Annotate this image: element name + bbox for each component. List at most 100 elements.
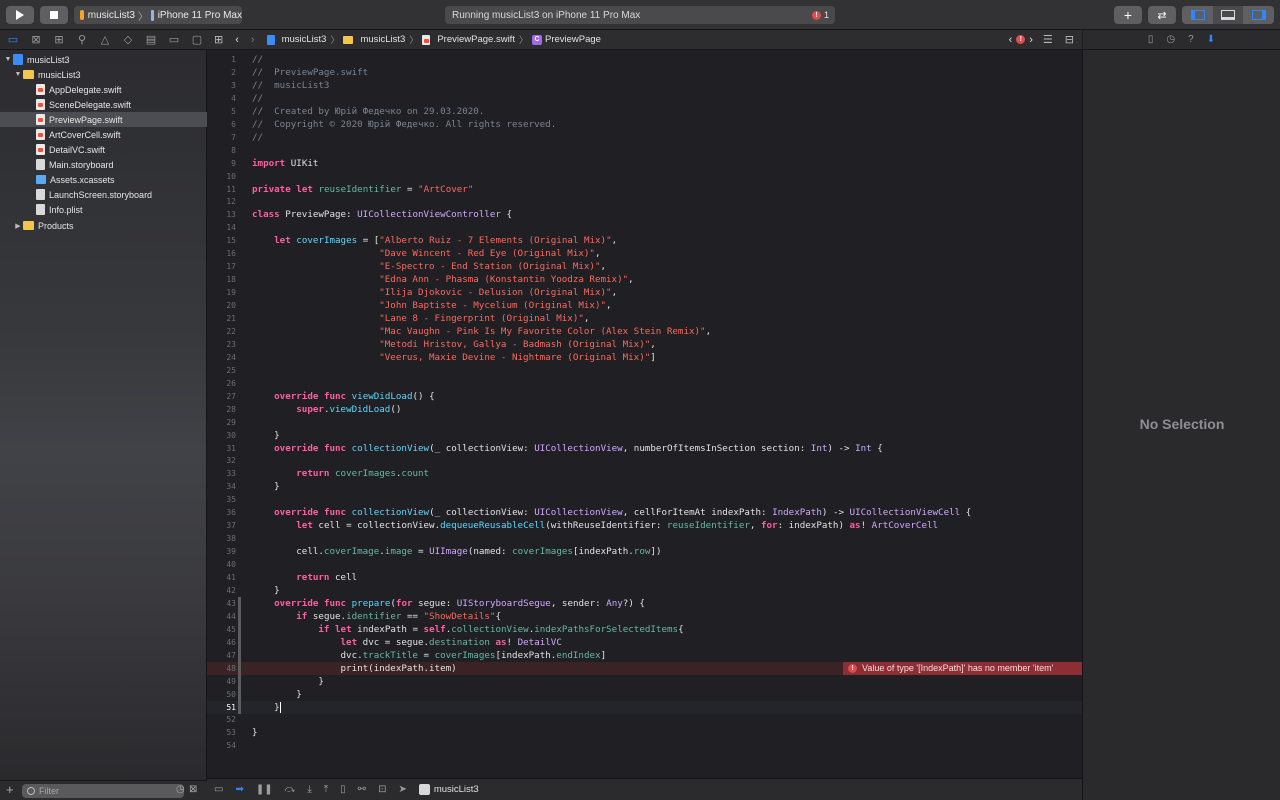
warning-icon[interactable]: △ — [99, 34, 111, 46]
hide-debug-area-icon[interactable]: ▭ — [214, 784, 223, 795]
code-options-icon[interactable]: ☰ — [1043, 33, 1053, 46]
code-line[interactable]: 32 — [207, 454, 1082, 467]
code-line[interactable]: 50 } — [207, 687, 1082, 701]
process-target[interactable]: musicList3 — [418, 784, 479, 795]
breadcrumb-project[interactable]: musicList3 — [266, 34, 326, 45]
filter-input[interactable]: Filter — [22, 784, 184, 798]
breadcrumb-file[interactable]: PreviewPage.swift — [422, 34, 515, 45]
code-line[interactable]: 15 let coverImages = ["Alberto Ruiz - 7 … — [207, 234, 1082, 247]
stop-button[interactable] — [40, 6, 68, 24]
code-line[interactable]: 14 — [207, 221, 1082, 234]
code-line[interactable]: 30 } — [207, 429, 1082, 442]
step-into-icon[interactable]: ⤓ — [307, 784, 311, 795]
back-arrow-icon[interactable]: ‹ — [235, 34, 239, 46]
code-line[interactable]: 29 — [207, 416, 1082, 429]
code-review-button[interactable]: ⇄ — [1148, 6, 1176, 24]
code-line[interactable]: 38 — [207, 532, 1082, 545]
source-control-icon[interactable]: ⊠ — [30, 34, 42, 46]
disclosure-triangle-icon[interactable]: ▼ — [3, 56, 13, 63]
code-line[interactable]: 16 "Dave Wincent - Red Eye (Original Mix… — [207, 247, 1082, 260]
tree-project[interactable]: ▼ musicList3 — [0, 52, 207, 67]
tree-file-selected[interactable]: PreviewPage.swift — [0, 112, 207, 127]
code-line[interactable]: 52 — [207, 713, 1082, 726]
code-line[interactable]: 23 "Metodi Hristov, Gallya - Badmash (Or… — [207, 338, 1082, 351]
simulate-location-icon[interactable]: ➤ — [398, 784, 406, 795]
breakpoint-icon[interactable]: ▭ — [168, 34, 180, 46]
code-line[interactable]: 27 override func viewDidLoad() { — [207, 390, 1082, 403]
code-line[interactable]: 4 // — [207, 92, 1082, 105]
debug-icon[interactable]: ▤ — [145, 34, 157, 46]
tree-file[interactable]: Assets.xcassets — [0, 172, 207, 187]
tree-file[interactable]: SceneDelegate.swift — [0, 97, 207, 112]
disclosure-triangle-icon[interactable]: ▼ — [13, 71, 23, 78]
test-diamond-icon[interactable]: ◇ — [122, 34, 134, 46]
code-line[interactable]: 1 // — [207, 53, 1082, 66]
code-line[interactable]: 33 return coverImages.count — [207, 467, 1082, 480]
tree-group[interactable]: ▼ musicList3 — [0, 67, 207, 82]
code-line[interactable]: 46 let dvc = segue.destination as! Detai… — [207, 635, 1082, 649]
code-line[interactable]: 19 "Ilija Djokovic - Delusion (Original … — [207, 286, 1082, 299]
previous-issue-icon[interactable]: ‹ — [1009, 34, 1013, 46]
code-line[interactable]: 5 // Created by Юрій Федечко on 29.03.202… — [207, 105, 1082, 118]
step-out-icon[interactable]: ⤒ — [324, 784, 328, 795]
step-over-icon[interactable]: ⤼ — [285, 784, 296, 795]
add-editor-icon[interactable]: ⊟ — [1065, 33, 1074, 46]
bottom-panel-toggle[interactable] — [1213, 6, 1243, 24]
code-line[interactable]: 7 // — [207, 131, 1082, 144]
run-button[interactable] — [6, 6, 34, 24]
error-annotation[interactable]: ! Value of type '[IndexPath]' has no memb… — [843, 661, 1082, 675]
code-line[interactable]: 47 dvc.trackTitle = coverImages[indexPat… — [207, 648, 1082, 662]
right-panel-toggle[interactable] — [1243, 6, 1274, 24]
code-line[interactable]: 2 // PreviewPage.swift — [207, 66, 1082, 79]
code-line[interactable]: 37 let cell = collectionView.dequeueReus… — [207, 519, 1082, 532]
pause-icon[interactable]: ❚❚ — [256, 784, 273, 795]
code-line[interactable]: 11 private let reuseIdentifier = "ArtCove… — [207, 183, 1082, 196]
code-line[interactable]: 49 } — [207, 674, 1082, 688]
code-line[interactable]: 40 — [207, 558, 1082, 571]
code-line[interactable]: 35 — [207, 493, 1082, 506]
recent-files-icon[interactable]: ◷ — [176, 784, 185, 795]
code-line[interactable]: 39 cell.coverImage.image = UIImage(named… — [207, 545, 1082, 558]
code-line[interactable]: 24 "Veerus, Maxie Devine - Nightmare (Or… — [207, 351, 1082, 364]
code-line[interactable]: 45 if let indexPath = self.collectionVie… — [207, 622, 1082, 636]
breadcrumb-group[interactable]: musicList3 — [343, 34, 405, 45]
folder-icon[interactable]: ▭ — [7, 34, 19, 46]
code-line[interactable]: 21 "Lane 8 - Fingerprint (Original Mix)"… — [207, 312, 1082, 325]
help-inspector-icon[interactable]: ? — [1188, 34, 1194, 45]
history-inspector-icon[interactable]: ◷ — [1166, 34, 1175, 45]
code-line[interactable]: 20 "John Baptiste - Mycelium (Original M… — [207, 299, 1082, 312]
code-line[interactable]: 53} — [207, 726, 1082, 739]
breadcrumb-symbol[interactable]: C PreviewPage — [531, 34, 601, 45]
activity-error-indicator[interactable]: ! 1 — [811, 10, 829, 20]
code-line[interactable]: 8 — [207, 144, 1082, 157]
code-line[interactable]: 3 // musicList3 — [207, 79, 1082, 92]
code-line[interactable]: 34 } — [207, 480, 1082, 493]
tree-file[interactable]: Info.plist — [0, 202, 207, 217]
memory-graph-icon[interactable]: ⚯ — [358, 784, 366, 795]
code-line[interactable]: 13 class PreviewPage: UICollectionViewCon… — [207, 208, 1082, 221]
file-inspector-icon[interactable]: ▯ — [1148, 34, 1154, 45]
tree-file[interactable]: AppDelegate.swift — [0, 82, 207, 97]
tree-file[interactable]: Main.storyboard — [0, 157, 207, 172]
report-icon[interactable]: ▢ — [191, 34, 203, 46]
code-line[interactable]: 17 "E-Spectro - End Station (Original Mi… — [207, 260, 1082, 273]
code-line[interactable]: 9 import UIKit — [207, 157, 1082, 170]
error-icon[interactable]: ! — [1016, 35, 1026, 44]
symbol-hierarchy-icon[interactable]: ⊞ — [53, 34, 65, 46]
code-line[interactable]: 48 print(indexPath.item)! Value of type '… — [207, 661, 1082, 675]
code-line[interactable]: 25 — [207, 364, 1082, 377]
code-line[interactable]: 31 override func collectionView(_ collec… — [207, 442, 1082, 455]
library-button[interactable]: + — [1114, 6, 1142, 24]
code-line[interactable]: 12 — [207, 195, 1082, 208]
code-line[interactable]: 42 } — [207, 584, 1082, 597]
disclosure-triangle-right-icon[interactable]: ▶ — [13, 222, 23, 230]
code-line[interactable]: 10 — [207, 170, 1082, 183]
code-line[interactable]: 22 "Mac Vaughn - Pink Is My Favorite Col… — [207, 325, 1082, 338]
code-line[interactable]: 36 override func collectionView(_ collec… — [207, 506, 1082, 519]
view-hierarchy-icon[interactable]: ▯ — [340, 784, 346, 795]
source-editor[interactable]: 1 // 2 // PreviewPage.swift 3 // musicList3 4 /… — [207, 50, 1082, 778]
breakpoints-toggle-icon[interactable]: ➡ — [235, 784, 243, 795]
add-file-icon[interactable]: + — [6, 783, 14, 797]
code-line[interactable]: 28 super.viewDidLoad() — [207, 403, 1082, 416]
attributes-inspector-icon[interactable]: ⬇ — [1207, 34, 1215, 45]
